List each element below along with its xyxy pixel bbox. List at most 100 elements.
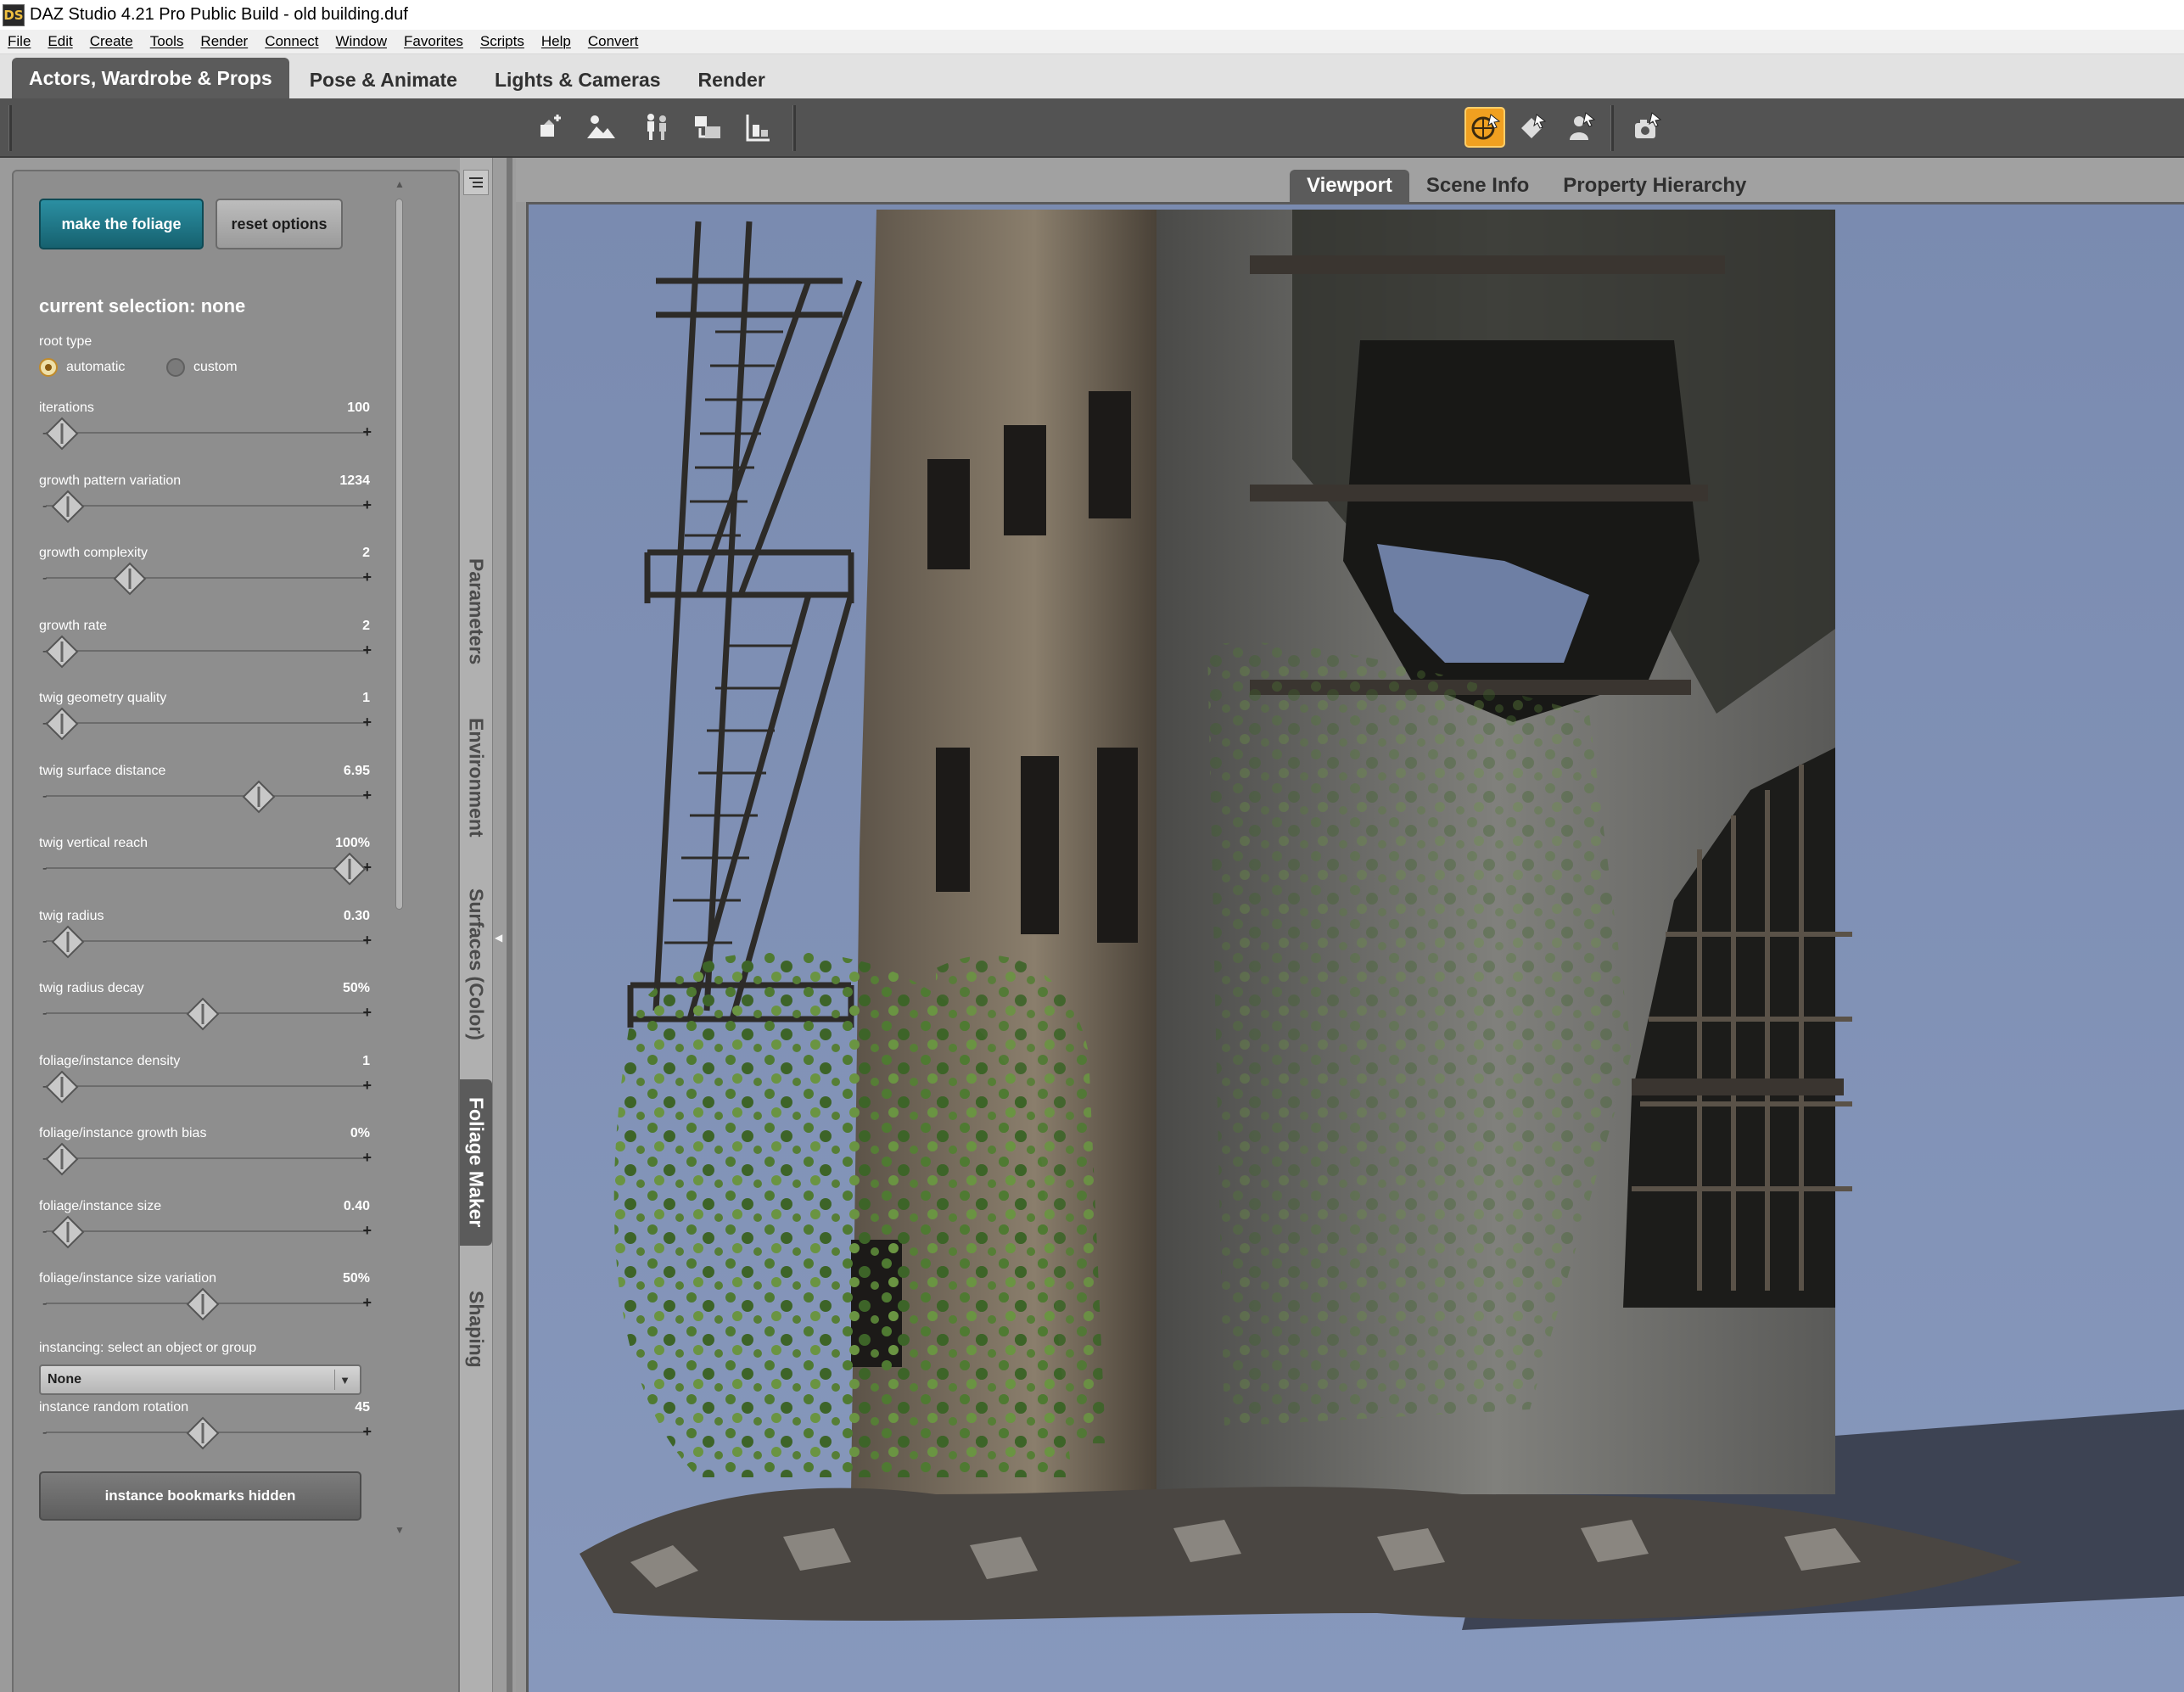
param-label: growth complexity <box>39 546 148 560</box>
slider-knob[interactable] <box>186 1416 220 1450</box>
menu-favorites[interactable]: Favorites <box>396 33 473 50</box>
radio-dot <box>39 358 58 377</box>
slider-knob[interactable] <box>45 635 79 669</box>
menu-window[interactable]: Window <box>328 33 396 50</box>
slider-knob[interactable] <box>45 707 79 741</box>
instance-bookmarks-button[interactable]: instance bookmarks hidden <box>39 1471 361 1521</box>
figure-pose-button[interactable] <box>636 107 677 148</box>
pane-menu-icon[interactable] <box>463 170 489 195</box>
menu-edit[interactable]: Edit <box>40 33 81 50</box>
slider-knob[interactable] <box>242 780 276 814</box>
param-value[interactable]: 50% <box>343 1271 370 1286</box>
tab-property-hierarchy[interactable]: Property Hierarchy <box>1546 170 1763 202</box>
slider-track[interactable] <box>46 867 367 869</box>
slider-knob[interactable] <box>51 1215 85 1249</box>
param-value[interactable]: 0.40 <box>344 1199 370 1214</box>
menu-connect[interactable]: Connect <box>257 33 328 50</box>
menu-file[interactable]: File <box>0 33 40 50</box>
slider-knob[interactable] <box>186 997 220 1031</box>
param-value[interactable]: 2 <box>362 619 370 634</box>
tab-viewport[interactable]: Viewport <box>1290 170 1409 202</box>
splitter-grip[interactable] <box>507 158 512 1692</box>
slider-knob[interactable] <box>45 417 79 451</box>
collapse-arrow-icon[interactable]: ◀ <box>495 932 502 944</box>
tab-parameters[interactable]: Parameters <box>460 540 492 684</box>
param-value[interactable]: 1 <box>362 1054 370 1069</box>
align-button[interactable] <box>736 107 777 148</box>
menu-convert[interactable]: Convert <box>580 33 648 50</box>
make-foliage-button[interactable]: make the foliage <box>39 199 204 249</box>
slider-track[interactable] <box>46 1157 367 1159</box>
slider-knob[interactable] <box>51 490 85 524</box>
scroll-up-icon[interactable]: ▲ <box>395 178 405 190</box>
param-value[interactable]: 45 <box>355 1400 370 1415</box>
tab-shaping[interactable]: Shaping <box>460 1261 492 1397</box>
tab-scene-info[interactable]: Scene Info <box>1409 170 1546 202</box>
scrollbar-thumb[interactable] <box>395 199 403 910</box>
menu-render[interactable]: Render <box>193 33 257 50</box>
figure-tool-icon <box>1570 112 1596 140</box>
param-value[interactable]: 50% <box>343 981 370 996</box>
slider-knob[interactable] <box>51 925 85 959</box>
slider-track[interactable] <box>46 432 367 434</box>
slider-knob[interactable] <box>333 852 367 886</box>
slider-track[interactable] <box>46 939 367 942</box>
slider-knob[interactable] <box>45 1070 79 1104</box>
scroll-down-icon[interactable]: ▼ <box>395 1524 405 1536</box>
current-selection-label: current selection: none <box>39 295 246 317</box>
root-type-custom-radio[interactable]: custom <box>166 358 238 377</box>
slider-track[interactable] <box>46 577 367 579</box>
reset-options-button[interactable]: reset options <box>216 199 343 249</box>
param-value[interactable]: 6.95 <box>344 764 370 779</box>
param-value[interactable]: 100% <box>335 836 370 851</box>
param-value[interactable]: 0.30 <box>344 909 370 924</box>
param-label: foliage/instance density <box>39 1053 181 1068</box>
universal-tool-button[interactable] <box>1464 107 1505 148</box>
slider-track[interactable] <box>46 794 367 797</box>
slider-track[interactable] <box>46 649 367 652</box>
3d-viewport[interactable] <box>526 202 2184 1692</box>
param-value[interactable]: 1234 <box>339 473 370 489</box>
param-value[interactable]: 2 <box>362 546 370 561</box>
root-type-automatic-radio[interactable]: automatic <box>39 358 125 377</box>
instancing-select[interactable]: None ▼ <box>39 1364 361 1395</box>
menu-help[interactable]: Help <box>534 33 580 50</box>
param-label: twig vertical reach <box>39 836 148 850</box>
slider-min-mark: - <box>42 1224 48 1239</box>
tab-render[interactable]: Render <box>681 61 782 98</box>
slider-track[interactable] <box>46 722 367 724</box>
param-value[interactable]: 0% <box>350 1126 370 1141</box>
menu-create[interactable]: Create <box>82 33 143 50</box>
param-value[interactable]: 100 <box>347 401 370 416</box>
instancing-label: instancing: select an object or group <box>39 1341 257 1355</box>
panel-scrollbar[interactable]: ▲ ▼ <box>394 178 406 1536</box>
tab-lights-cameras[interactable]: Lights & Cameras <box>478 61 678 98</box>
menu-tools[interactable]: Tools <box>143 33 193 50</box>
tab-pose-animate[interactable]: Pose & Animate <box>293 61 474 98</box>
scene-import-button[interactable] <box>687 107 728 148</box>
place-prop-button[interactable] <box>531 107 572 148</box>
slider-track[interactable] <box>46 1084 367 1087</box>
slider-track[interactable] <box>46 1230 367 1232</box>
menu-scripts[interactable]: Scripts <box>473 33 534 50</box>
node-selection-button[interactable] <box>1512 107 1553 148</box>
pane-splitter[interactable]: ◀ <box>492 158 516 1692</box>
slider-track[interactable] <box>46 504 367 507</box>
figure-tool-button[interactable] <box>1561 107 1602 148</box>
slider-knob[interactable] <box>45 1142 79 1176</box>
tab-environment[interactable]: Environment <box>460 701 492 854</box>
tab-actors-wardrobe-props[interactable]: Actors, Wardrobe & Props <box>12 58 289 98</box>
slider-knob[interactable] <box>186 1287 220 1321</box>
slider-min-mark: - <box>42 571 48 585</box>
param-label: foliage/instance size variation <box>39 1271 217 1286</box>
slider-knob[interactable] <box>113 562 147 596</box>
param-value[interactable]: 1 <box>362 691 370 706</box>
param-label: twig geometry quality <box>39 691 167 705</box>
param-label: foliage/instance size <box>39 1198 162 1213</box>
toolbar-separator <box>8 105 12 151</box>
camera-tool-button[interactable] <box>1627 107 1668 148</box>
environment-button[interactable] <box>580 107 621 148</box>
tab-surfaces-color[interactable]: Surfaces (Color) <box>460 871 492 1057</box>
tab-foliage-maker[interactable]: Foliage Maker <box>460 1079 492 1246</box>
slider-max-mark: + <box>362 423 372 440</box>
